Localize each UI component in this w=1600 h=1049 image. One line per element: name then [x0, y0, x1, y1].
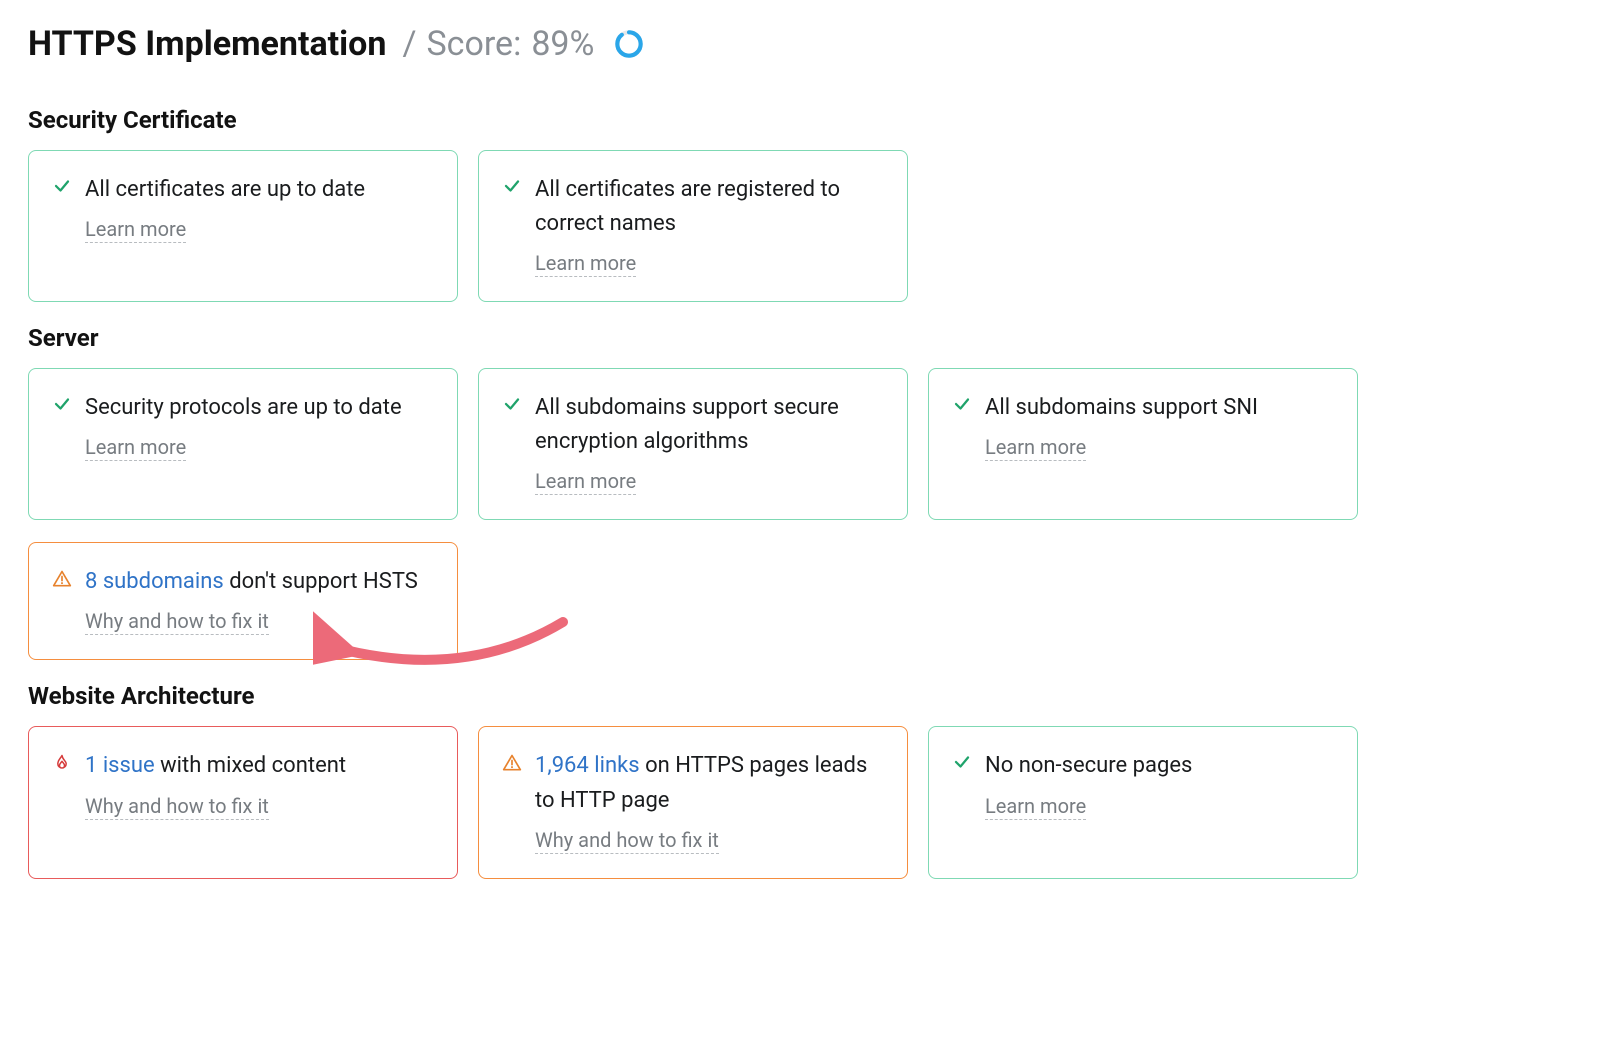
fix-it-link[interactable]: Why and how to fix it	[535, 828, 719, 854]
card-text-rest: don't support HSTS	[224, 569, 418, 594]
card-text-rest: with mixed content	[155, 753, 346, 778]
card-protocols-up-to-date[interactable]: Security protocols are up to date Learn …	[28, 368, 458, 520]
learn-more-link[interactable]: Learn more	[535, 251, 636, 277]
card-text: 8 subdomains don't support HSTS	[85, 565, 435, 599]
website-architecture-row: 1 issue with mixed content Why and how t…	[28, 726, 1572, 878]
card-sni-support[interactable]: All subdomains support SNI Learn more	[928, 368, 1358, 520]
card-text: 1 issue with mixed content	[85, 749, 435, 783]
card-text: Security protocols are up to date	[85, 391, 435, 425]
count-link[interactable]: 1,964 links	[535, 753, 640, 778]
fix-it-link[interactable]: Why and how to fix it	[85, 794, 269, 820]
card-text: All subdomains support secure encryption…	[535, 391, 885, 459]
warning-icon	[501, 749, 523, 773]
card-hsts-warning[interactable]: 8 subdomains don't support HSTS Why and …	[28, 542, 458, 660]
card-text: All subdomains support SNI	[985, 391, 1335, 425]
score-ring-icon	[614, 29, 644, 59]
score-separator: /	[402, 24, 416, 64]
card-certs-up-to-date[interactable]: All certificates are up to date Learn mo…	[28, 150, 458, 302]
card-text: 1,964 links on HTTPS pages leads to HTTP…	[535, 749, 885, 817]
page-header: HTTPS Implementation / Score: 89%	[28, 24, 1572, 64]
check-icon	[501, 391, 523, 413]
check-icon	[501, 173, 523, 195]
fix-it-link[interactable]: Why and how to fix it	[85, 609, 269, 635]
card-no-nonsecure[interactable]: No non-secure pages Learn more	[928, 726, 1358, 878]
learn-more-link[interactable]: Learn more	[985, 794, 1086, 820]
card-text: All certificates are up to date	[85, 173, 435, 207]
learn-more-link[interactable]: Learn more	[85, 435, 186, 461]
server-row-2: 8 subdomains don't support HSTS Why and …	[28, 542, 1572, 660]
card-http-links[interactable]: 1,964 links on HTTPS pages leads to HTTP…	[478, 726, 908, 878]
section-title-server: Server	[28, 324, 1572, 352]
count-link[interactable]: 1 issue	[85, 753, 155, 778]
section-title-website-architecture: Website Architecture	[28, 682, 1572, 710]
check-icon	[951, 749, 973, 771]
section-title-security-certificate: Security Certificate	[28, 106, 1572, 134]
warning-icon	[51, 565, 73, 589]
check-icon	[951, 391, 973, 413]
check-icon	[51, 391, 73, 413]
check-icon	[51, 173, 73, 195]
server-row-1: Security protocols are up to date Learn …	[28, 368, 1572, 520]
card-text: All certificates are registered to corre…	[535, 173, 885, 241]
flame-icon	[51, 749, 73, 773]
score-label: Score:	[426, 24, 521, 64]
security-certificate-row: All certificates are up to date Learn mo…	[28, 150, 1572, 302]
learn-more-link[interactable]: Learn more	[985, 435, 1086, 461]
card-text: No non-secure pages	[985, 749, 1335, 783]
card-certs-correct-names[interactable]: All certificates are registered to corre…	[478, 150, 908, 302]
count-link[interactable]: 8 subdomains	[85, 569, 224, 594]
learn-more-link[interactable]: Learn more	[85, 217, 186, 243]
card-encryption-algorithms[interactable]: All subdomains support secure encryption…	[478, 368, 908, 520]
card-mixed-content[interactable]: 1 issue with mixed content Why and how t…	[28, 726, 458, 878]
page-title: HTTPS Implementation	[28, 24, 386, 64]
score-value: 89%	[531, 24, 594, 64]
learn-more-link[interactable]: Learn more	[535, 469, 636, 495]
